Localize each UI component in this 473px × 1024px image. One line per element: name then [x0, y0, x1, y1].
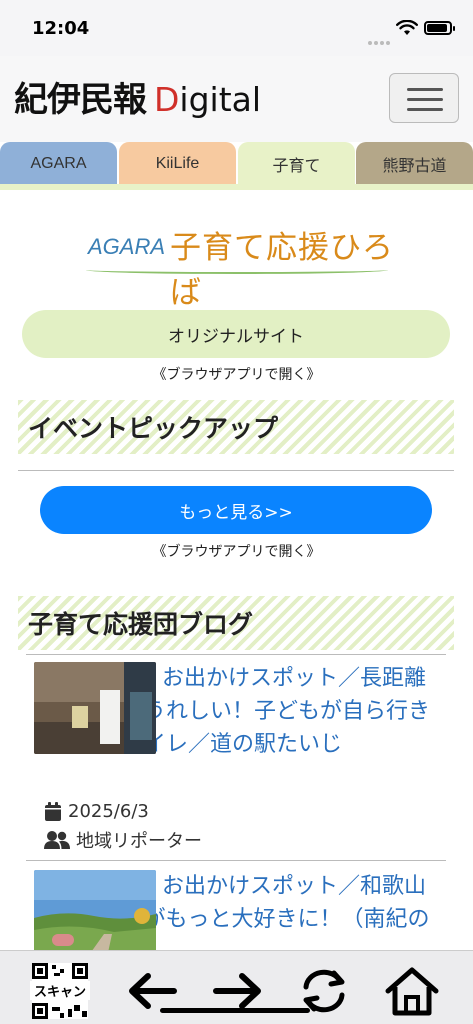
calendar-icon	[45, 801, 61, 821]
hamburger-icon	[407, 88, 443, 91]
original-site-note: 《ブラウザアプリで開く》	[152, 367, 321, 383]
see-more-button[interactable]: もっと見る>>	[40, 486, 432, 534]
article-item[interactable]: お出かけスポット／長距離ドライブにうれしい！子どもが自ら行きたくなるトイレ／道の…	[34, 662, 434, 761]
section-divider	[26, 654, 446, 655]
tab-underline	[0, 184, 473, 190]
event-pickup-heading: イベントピックアップ	[18, 400, 454, 454]
article-divider	[26, 860, 446, 861]
see-more-note: 《ブラウザアプリで開く》	[152, 544, 321, 560]
banner-brand: AGARA	[88, 234, 166, 259]
original-site-button[interactable]: オリジナルサイト	[22, 310, 450, 358]
site-header: 紀伊民報 Digital	[0, 56, 473, 142]
status-time: 12:04	[32, 18, 90, 39]
article-author: 地域リポーター	[44, 827, 202, 853]
users-icon	[44, 831, 70, 849]
logo-main-text: 紀伊民報	[14, 80, 147, 120]
signal-icon	[368, 30, 392, 45]
home-indicator	[160, 1008, 310, 1013]
tab-kumano-kodo[interactable]: 熊野古道	[356, 142, 473, 186]
article-item[interactable]: お出かけスポット／和歌山のフルーツがもっと大好きに！（南紀の分	[34, 870, 434, 950]
category-tabs: AGARA KiiLife 子育て 熊野古道	[0, 142, 473, 186]
kosodate-banner-logo[interactable]: AGARA 子育て応援ひろば	[80, 218, 400, 311]
home-icon[interactable]	[384, 965, 440, 1017]
section-divider	[18, 470, 454, 471]
hamburger-menu-button[interactable]	[389, 73, 459, 123]
article-thumbnail[interactable]	[34, 662, 156, 754]
article-thumbnail[interactable]	[34, 870, 156, 950]
site-logo[interactable]: 紀伊民報 Digital	[14, 72, 261, 122]
status-bar: 12:04	[0, 0, 473, 56]
qr-scan-label: スキャン	[30, 981, 90, 1000]
wifi-icon	[396, 20, 418, 35]
tab-kiilife[interactable]: KiiLife	[119, 142, 236, 186]
blog-heading: 子育て応援団ブログ	[18, 596, 454, 650]
article-date: 2025/6/3	[44, 801, 149, 822]
logo-sub-text: Digital	[154, 80, 262, 119]
tab-agara[interactable]: AGARA	[0, 142, 117, 186]
banner-underline	[86, 266, 388, 274]
battery-icon	[424, 21, 455, 35]
tab-kosodate[interactable]: 子育て	[238, 142, 355, 186]
